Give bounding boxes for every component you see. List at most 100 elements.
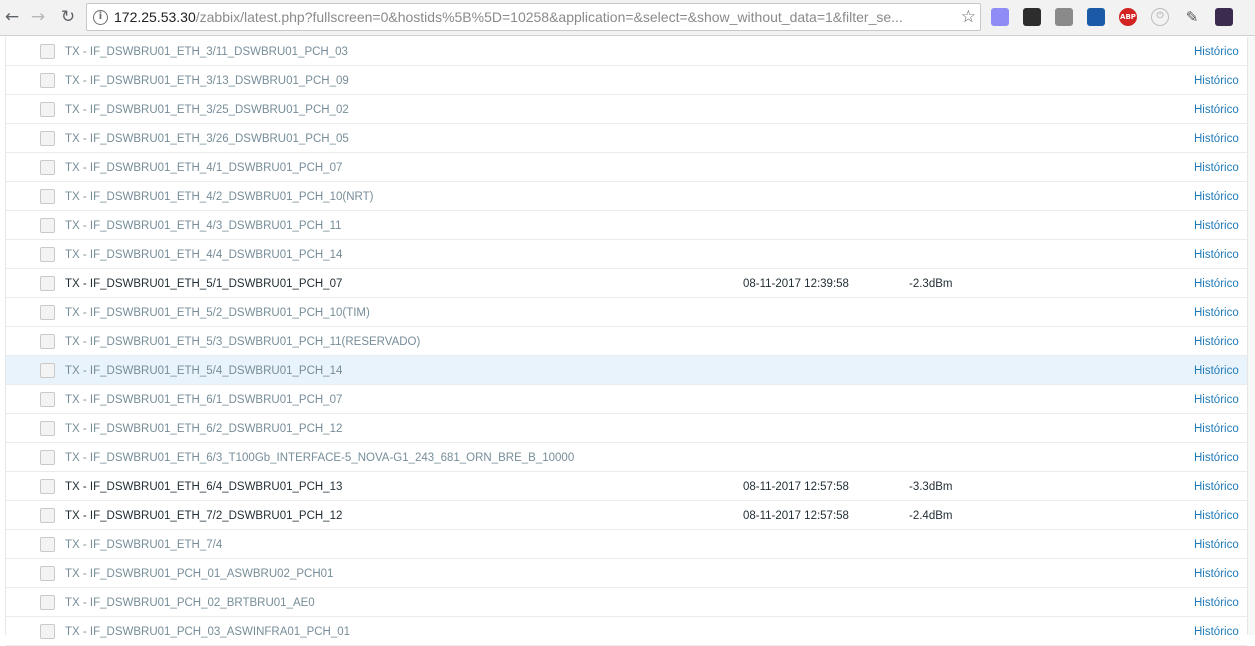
history-link[interactable]: Histórico bbox=[1194, 567, 1239, 581]
table-row: TX - IF_DSWBRU01_ETH_6/2_DSWBRU01_PCH_12… bbox=[6, 414, 1247, 443]
item-name: TX - IF_DSWBRU01_ETH_5/3_DSWBRU01_PCH_11… bbox=[65, 336, 421, 348]
row-checkbox[interactable] bbox=[40, 131, 55, 146]
history-link[interactable]: Histórico bbox=[1194, 161, 1239, 175]
url-host: 172.25.53.30 bbox=[114, 9, 196, 25]
row-checkbox[interactable] bbox=[40, 247, 55, 262]
browser-toolbar: ← → ↻ i 172.25.53.30/zabbix/latest.php?f… bbox=[0, 0, 1255, 36]
history-link[interactable]: Histórico bbox=[1194, 509, 1239, 523]
table-row: TX - IF_DSWBRU01_ETH_7/2_DSWBRU01_PCH_12… bbox=[6, 501, 1247, 530]
row-checkbox[interactable] bbox=[40, 392, 55, 407]
table-row: TX - IF_DSWBRU01_ETH_6/4_DSWBRU01_PCH_13… bbox=[6, 472, 1247, 501]
item-name: TX - IF_DSWBRU01_ETH_4/2_DSWBRU01_PCH_10… bbox=[65, 191, 374, 203]
row-checkbox[interactable] bbox=[40, 334, 55, 349]
history-link[interactable]: Histórico bbox=[1194, 451, 1239, 465]
table-row: TX - IF_DSWBRU01_ETH_3/26_DSWBRU01_PCH_0… bbox=[6, 124, 1247, 153]
history-link[interactable]: Histórico bbox=[1194, 538, 1239, 552]
row-checkbox[interactable] bbox=[40, 305, 55, 320]
history-link[interactable]: Histórico bbox=[1194, 364, 1239, 378]
row-checkbox[interactable] bbox=[40, 44, 55, 59]
extension-dark-icon[interactable] bbox=[1215, 8, 1233, 26]
table-row: TX - IF_DSWBRU01_ETH_4/2_DSWBRU01_PCH_10… bbox=[6, 182, 1247, 211]
item-name: TX - IF_DSWBRU01_ETH_5/4_DSWBRU01_PCH_14 bbox=[65, 365, 343, 377]
history-link[interactable]: Histórico bbox=[1194, 248, 1239, 262]
table-row: TX - IF_DSWBRU01_ETH_5/2_DSWBRU01_PCH_10… bbox=[6, 298, 1247, 327]
item-name: TX - IF_DSWBRU01_ETH_3/13_DSWBRU01_PCH_0… bbox=[65, 75, 349, 87]
item-name: TX - IF_DSWBRU01_PCH_01_ASWBRU02_PCH01 bbox=[65, 568, 334, 580]
item-name: TX - IF_DSWBRU01_PCH_03_ASWINFRA01_PCH_0… bbox=[65, 626, 351, 638]
table-row: TX - IF_DSWBRU01_ETH_3/11_DSWBRU01_PCH_0… bbox=[6, 37, 1247, 66]
row-checkbox[interactable] bbox=[40, 73, 55, 88]
row-checkbox[interactable] bbox=[40, 624, 55, 639]
row-checkbox[interactable] bbox=[40, 102, 55, 117]
row-checkbox[interactable] bbox=[40, 537, 55, 552]
row-checkbox[interactable] bbox=[40, 218, 55, 233]
row-checkbox[interactable] bbox=[40, 566, 55, 581]
table-row: TX - IF_DSWBRU01_PCH_03_ASWINFRA01_PCH_0… bbox=[6, 617, 1247, 646]
extension-privacy-icon[interactable] bbox=[991, 8, 1009, 26]
extension-gray-icon[interactable] bbox=[1055, 8, 1073, 26]
row-checkbox[interactable] bbox=[40, 450, 55, 465]
last-check-time: 08-11-2017 12:57:58 bbox=[743, 481, 849, 493]
history-link[interactable]: Histórico bbox=[1194, 219, 1239, 233]
url-text[interactable]: 172.25.53.30/zabbix/latest.php?fullscree… bbox=[114, 9, 954, 26]
history-link[interactable]: Histórico bbox=[1194, 625, 1239, 639]
item-name: TX - IF_DSWBRU01_ETH_6/4_DSWBRU01_PCH_13 bbox=[65, 481, 343, 493]
history-link[interactable]: Histórico bbox=[1194, 596, 1239, 610]
row-checkbox[interactable] bbox=[40, 595, 55, 610]
table-row: TX - IF_DSWBRU01_ETH_6/3_T100Gb_INTERFAC… bbox=[6, 443, 1247, 472]
page-scrollbar[interactable] bbox=[1248, 37, 1255, 635]
table-row: TX - IF_DSWBRU01_ETH_7/4 Histórico bbox=[6, 530, 1247, 559]
item-name: TX - IF_DSWBRU01_PCH_02_BRTBRU01_AE0 bbox=[65, 597, 315, 609]
table-row: TX - IF_DSWBRU01_ETH_4/1_DSWBRU01_PCH_07… bbox=[6, 153, 1247, 182]
table-row: TX - IF_DSWBRU01_ETH_5/3_DSWBRU01_PCH_11… bbox=[6, 327, 1247, 356]
extension-tampermonkey-icon[interactable] bbox=[1023, 8, 1041, 26]
table-row: TX - IF_DSWBRU01_ETH_4/3_DSWBRU01_PCH_11… bbox=[6, 211, 1247, 240]
table-row: TX - IF_DSWBRU01_ETH_5/1_DSWBRU01_PCH_07… bbox=[6, 269, 1247, 298]
item-name: TX - IF_DSWBRU01_ETH_3/11_DSWBRU01_PCH_0… bbox=[65, 46, 348, 58]
bookmark-star-icon[interactable]: ☆ bbox=[961, 7, 976, 27]
eyedropper-icon[interactable]: ✎ bbox=[1183, 8, 1201, 26]
item-name: TX - IF_DSWBRU01_ETH_6/2_DSWBRU01_PCH_12 bbox=[65, 423, 343, 435]
adblock-plus-icon[interactable]: ABP bbox=[1119, 8, 1137, 26]
extension-blue-icon[interactable] bbox=[1087, 8, 1105, 26]
address-bar[interactable]: i 172.25.53.30/zabbix/latest.php?fullscr… bbox=[86, 3, 981, 31]
last-value: -2.3dBm bbox=[909, 278, 953, 290]
last-value: -3.3dBm bbox=[909, 481, 953, 493]
table-row: TX - IF_DSWBRU01_ETH_4/4_DSWBRU01_PCH_14… bbox=[6, 240, 1247, 269]
last-value: -2.4dBm bbox=[909, 510, 953, 522]
url-path: /zabbix/latest.php?fullscreen=0&hostids%… bbox=[195, 9, 903, 25]
item-name: TX - IF_DSWBRU01_ETH_6/3_T100Gb_INTERFAC… bbox=[65, 452, 575, 464]
table-row: TX - IF_DSWBRU01_ETH_3/13_DSWBRU01_PCH_0… bbox=[6, 66, 1247, 95]
row-checkbox[interactable] bbox=[40, 189, 55, 204]
row-checkbox[interactable] bbox=[40, 276, 55, 291]
back-arrow-icon[interactable]: ← bbox=[1, 6, 23, 28]
history-link[interactable]: Histórico bbox=[1194, 190, 1239, 204]
latest-data-table: TX - IF_DSWBRU01_ETH_3/11_DSWBRU01_PCH_0… bbox=[5, 37, 1248, 646]
row-checkbox[interactable] bbox=[40, 421, 55, 436]
table-row: TX - IF_DSWBRU01_PCH_01_ASWBRU02_PCH01 Hi… bbox=[6, 559, 1247, 588]
item-name: TX - IF_DSWBRU01_ETH_4/4_DSWBRU01_PCH_14 bbox=[65, 249, 343, 261]
history-link[interactable]: Histórico bbox=[1194, 277, 1239, 291]
table-row: TX - IF_DSWBRU01_PCH_02_BRTBRU01_AE0 Hist… bbox=[6, 588, 1247, 617]
extension-power-icon[interactable]: ⏻ bbox=[1151, 8, 1169, 26]
row-checkbox[interactable] bbox=[40, 508, 55, 523]
history-link[interactable]: Histórico bbox=[1194, 422, 1239, 436]
row-checkbox[interactable] bbox=[40, 160, 55, 175]
history-link[interactable]: Histórico bbox=[1194, 132, 1239, 146]
site-info-icon[interactable]: i bbox=[93, 10, 108, 25]
history-link[interactable]: Histórico bbox=[1194, 103, 1239, 117]
history-link[interactable]: Histórico bbox=[1194, 335, 1239, 349]
history-link[interactable]: Histórico bbox=[1194, 393, 1239, 407]
history-link[interactable]: Histórico bbox=[1194, 306, 1239, 320]
item-name: TX - IF_DSWBRU01_ETH_5/2_DSWBRU01_PCH_10… bbox=[65, 307, 370, 319]
row-checkbox[interactable] bbox=[40, 363, 55, 378]
row-checkbox[interactable] bbox=[40, 479, 55, 494]
table-row: TX - IF_DSWBRU01_ETH_5/4_DSWBRU01_PCH_14… bbox=[6, 356, 1247, 385]
history-link[interactable]: Histórico bbox=[1194, 480, 1239, 494]
forward-arrow-icon[interactable]: → bbox=[27, 6, 49, 28]
item-name: TX - IF_DSWBRU01_ETH_6/1_DSWBRU01_PCH_07 bbox=[65, 394, 343, 406]
item-name: TX - IF_DSWBRU01_ETH_5/1_DSWBRU01_PCH_07 bbox=[65, 278, 343, 290]
history-link[interactable]: Histórico bbox=[1194, 74, 1239, 88]
reload-icon[interactable]: ↻ bbox=[57, 6, 79, 28]
history-link[interactable]: Histórico bbox=[1194, 45, 1239, 59]
